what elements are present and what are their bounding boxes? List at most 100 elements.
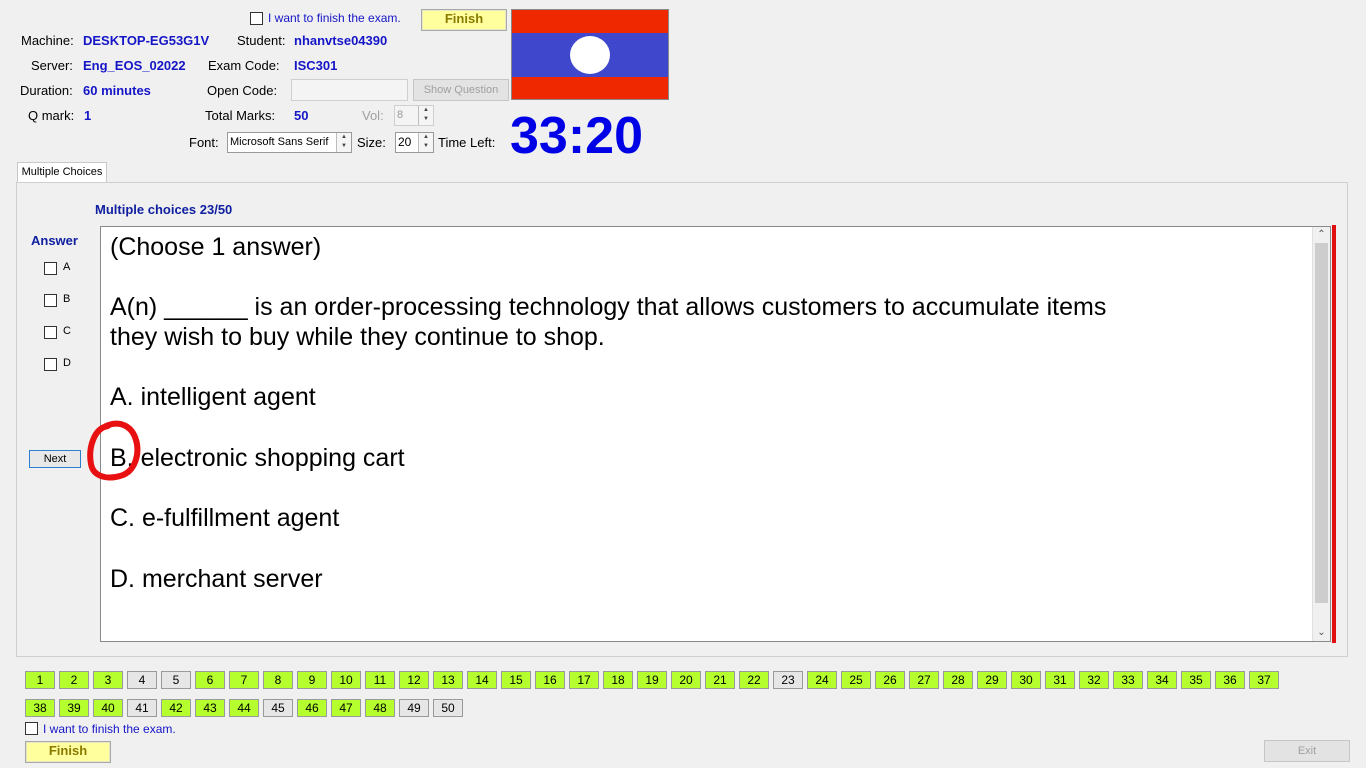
question-nav-button-37[interactable]: 37 [1249,671,1279,689]
question-nav-button-20[interactable]: 20 [671,671,701,689]
flag-top-stripe [512,10,668,33]
question-nav-button-3[interactable]: 3 [93,671,123,689]
question-nav-button-38[interactable]: 38 [25,699,55,717]
duration-label: Duration: [20,83,73,98]
question-nav-button-31[interactable]: 31 [1045,671,1075,689]
question-nav-button-49[interactable]: 49 [399,699,429,717]
question-nav-button-26[interactable]: 26 [875,671,905,689]
question-nav-button-41[interactable]: 41 [127,699,157,717]
answer-heading: Answer [31,233,78,248]
show-question-button[interactable]: Show Question [413,79,509,101]
finish-exam-checkbox-bottom[interactable] [25,722,38,735]
question-nav-button-9[interactable]: 9 [297,671,327,689]
laos-flag-image [511,9,669,100]
exam-code-label: Exam Code: [208,58,280,73]
question-nav-button-34[interactable]: 34 [1147,671,1177,689]
tab-multiple-choices[interactable]: Multiple Choices [17,162,107,183]
question-nav-button-19[interactable]: 19 [637,671,667,689]
flag-middle-stripe [512,33,668,77]
question-nav-button-10[interactable]: 10 [331,671,361,689]
question-stem-line-2: they wish to buy while they continue to … [110,323,605,351]
open-code-input[interactable] [291,79,408,101]
question-nav-button-44[interactable]: 44 [229,699,259,717]
question-nav-button-32[interactable]: 32 [1079,671,1109,689]
answer-c-checkbox[interactable] [44,326,57,339]
question-nav-button-6[interactable]: 6 [195,671,225,689]
vol-label: Vol: [362,108,384,123]
vol-value: 8 [397,109,404,121]
time-left-label: Time Left: [438,135,496,150]
exit-button[interactable]: Exit [1264,740,1350,762]
finish-button-top[interactable]: Finish [421,9,507,31]
question-nav-button-29[interactable]: 29 [977,671,1007,689]
answer-d-checkbox[interactable] [44,358,57,371]
question-nav-button-46[interactable]: 46 [297,699,327,717]
answer-b-checkbox[interactable] [44,294,57,307]
question-nav-button-40[interactable]: 40 [93,699,123,717]
question-nav-button-12[interactable]: 12 [399,671,429,689]
question-nav-button-16[interactable]: 16 [535,671,565,689]
question-nav-button-13[interactable]: 13 [433,671,463,689]
question-nav-button-22[interactable]: 22 [739,671,769,689]
question-nav-button-42[interactable]: 42 [161,699,191,717]
question-nav-button-24[interactable]: 24 [807,671,837,689]
size-spin-buttons[interactable]: ▲ ▼ [418,133,433,152]
question-nav-button-15[interactable]: 15 [501,671,531,689]
server-label: Server: [31,58,73,73]
font-select[interactable]: Microsoft Sans Serif ▲ ▼ [227,132,352,153]
question-nav-button-17[interactable]: 17 [569,671,599,689]
machine-value: DESKTOP-EG53G1V [83,33,210,48]
student-value: nhanvtse04390 [294,33,388,48]
question-navigator-row-1: 1 2 3 4 5 6 7 8 9 10 11 12 13 14 15 16 17 18 19 20 21 22 23 24 2… [25,671,1285,691]
finish-exam-label-top: I want to finish the exam. [268,11,401,25]
question-nav-button-23[interactable]: 23 [773,671,803,689]
vol-spinner[interactable]: 8 ▲ ▼ [394,105,434,126]
question-nav-button-48[interactable]: 48 [365,699,395,717]
question-option-b: B. electronic shopping cart [110,444,405,472]
finish-exam-checkbox-top[interactable] [250,12,263,25]
question-nav-button-1[interactable]: 1 [25,671,55,689]
size-spinner[interactable]: 20 ▲ ▼ [395,132,434,153]
question-nav-button-28[interactable]: 28 [943,671,973,689]
question-nav-button-39[interactable]: 39 [59,699,89,717]
font-spin-buttons[interactable]: ▲ ▼ [336,133,351,152]
question-navigator-row-2: 38 39 40 41 42 43 44 45 46 47 48 49 50 [25,699,1285,719]
total-marks-value: 50 [294,108,309,123]
question-nav-button-43[interactable]: 43 [195,699,225,717]
exam-code-value: ISC301 [294,58,338,73]
scroll-up-arrow-icon[interactable]: ⌃ [1313,227,1330,243]
question-nav-button-7[interactable]: 7 [229,671,259,689]
question-nav-button-14[interactable]: 14 [467,671,497,689]
question-nav-button-11[interactable]: 11 [365,671,395,689]
finish-button-bottom[interactable]: Finish [25,741,111,763]
question-scrollbar[interactable]: ⌃ ⌄ [1312,227,1330,641]
server-value: Eng_EOS_02022 [83,58,186,73]
scroll-down-arrow-icon[interactable]: ⌄ [1313,625,1330,641]
question-nav-button-50[interactable]: 50 [433,699,463,717]
question-nav-button-5[interactable]: 5 [161,671,191,689]
question-nav-button-21[interactable]: 21 [705,671,735,689]
question-nav-button-33[interactable]: 33 [1113,671,1143,689]
question-nav-button-27[interactable]: 27 [909,671,939,689]
question-nav-button-4[interactable]: 4 [127,671,157,689]
question-nav-button-47[interactable]: 47 [331,699,361,717]
finish-exam-label-bottom: I want to finish the exam. [43,722,176,736]
question-nav-button-45[interactable]: 45 [263,699,293,717]
question-text-area[interactable]: (Choose 1 answer) A(n) ______ is an orde… [100,226,1331,642]
question-nav-button-25[interactable]: 25 [841,671,871,689]
qmark-label: Q mark: [28,108,75,123]
question-nav-button-8[interactable]: 8 [263,671,293,689]
question-nav-button-30[interactable]: 30 [1011,671,1041,689]
next-button[interactable]: Next [29,450,81,468]
scroll-thumb[interactable] [1315,243,1328,603]
question-stem-line-1: A(n) ______ is an order-processing techn… [110,293,1107,321]
answer-b-label: B [63,293,71,305]
question-nav-button-35[interactable]: 35 [1181,671,1211,689]
answer-d-label: D [63,357,71,369]
question-nav-button-18[interactable]: 18 [603,671,633,689]
vol-spin-buttons[interactable]: ▲ ▼ [418,106,433,125]
question-nav-button-2[interactable]: 2 [59,671,89,689]
question-nav-button-36[interactable]: 36 [1215,671,1245,689]
answer-a-checkbox[interactable] [44,262,57,275]
question-red-marker [1332,225,1336,643]
